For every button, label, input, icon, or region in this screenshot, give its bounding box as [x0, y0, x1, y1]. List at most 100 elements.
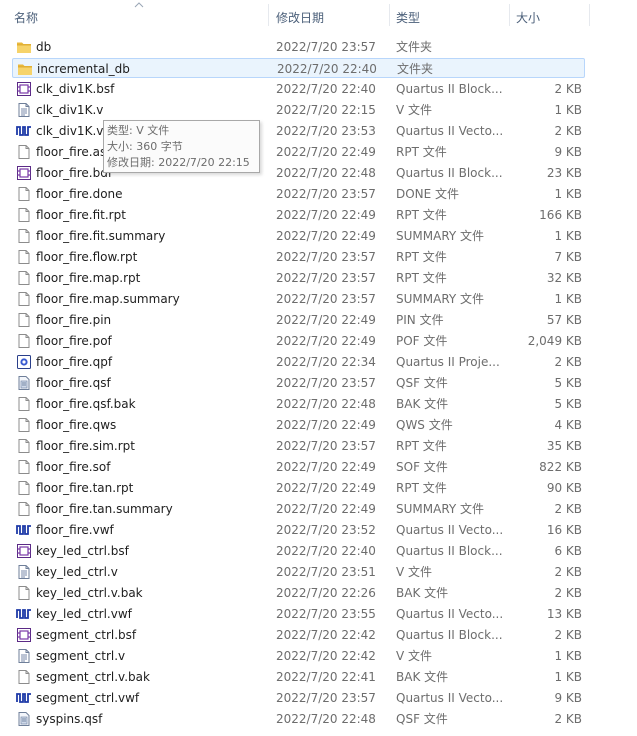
file-size: 32 KB — [546, 271, 582, 285]
file-name: clk_div1K.bsf — [36, 82, 115, 96]
blank-file-icon — [16, 417, 32, 433]
file-name: floor_fire.qsf.bak — [36, 397, 136, 411]
blank-file-icon — [16, 186, 32, 202]
file-type: SUMMARY 文件 — [396, 292, 485, 306]
blank-file-icon — [16, 585, 32, 601]
modified-date: 2022/7/20 22:48 — [276, 166, 376, 180]
file-row[interactable]: syspins.qsf 2022/7/20 22:48 QSF 文件 2 KB — [12, 709, 585, 729]
file-type: DONE 文件 — [396, 187, 460, 201]
file-row[interactable]: floor_fire.map.summary 2022/7/20 23:57 SUM… — [12, 289, 585, 309]
blank-file-icon — [16, 669, 32, 685]
file-row[interactable]: floor_fire.done 2022/7/20 23:57 DONE 文件 1 K… — [12, 184, 585, 204]
file-name: key_led_ctrl.v.bak — [36, 586, 143, 600]
file-row[interactable]: floor_fire.flow.rpt 2022/7/20 23:57 RPT 文件… — [12, 247, 585, 267]
column-header-name[interactable]: 名称 — [14, 0, 38, 28]
column-header: 名称 修改日期 类型 大小 — [0, 0, 637, 28]
modified-date: 2022/7/20 23:53 — [276, 124, 376, 138]
modified-date: 2022/7/20 22:40 — [277, 62, 377, 76]
file-row[interactable]: floor_fire.qpf 2022/7/20 22:34 Quartus II … — [12, 352, 585, 372]
file-row[interactable]: clk_div1K.vwf 2022/7/20 23:53 Quartus II V… — [12, 121, 585, 141]
file-row[interactable]: floor_fire.asm.rpt 2022/7/20 22:49 RPT 文件 9… — [12, 142, 585, 162]
file-row[interactable]: floor_fire.vwf 2022/7/20 23:52 Quartus II … — [12, 520, 585, 540]
file-size: 2 KB — [554, 628, 582, 642]
file-row[interactable]: clk_div1K.bsf 2022/7/20 22:40 Quartus II B… — [12, 79, 585, 99]
file-row[interactable]: floor_fire.fit.rpt 2022/7/20 22:49 RPT 文件 1… — [12, 205, 585, 225]
file-row[interactable]: segment_ctrl.v.bak 2022/7/20 22:41 BAK 文件 1… — [12, 667, 585, 687]
file-row[interactable]: floor_fire.tan.rpt 2022/7/20 22:49 RPT 文件 9… — [12, 478, 585, 498]
file-row[interactable]: key_led_ctrl.vwf 2022/7/20 23:55 Quartus I… — [12, 604, 585, 624]
file-type: Quartus II Block... — [396, 544, 502, 558]
file-row[interactable]: segment_ctrl.bsf 2022/7/20 22:42 Quartus I… — [12, 625, 585, 645]
waveform-file-icon — [16, 123, 32, 139]
file-size: 6 KB — [554, 544, 582, 558]
file-size: 16 KB — [546, 523, 582, 537]
file-row[interactable]: floor_fire.tan.summary 2022/7/20 22:49 SUM… — [12, 499, 585, 519]
folder-row[interactable]: db 2022/7/20 23:57 文件夹 — [12, 37, 585, 57]
modified-date: 2022/7/20 23:51 — [276, 565, 376, 579]
file-size: 4 KB — [554, 418, 582, 432]
modified-date: 2022/7/20 22:49 — [276, 145, 376, 159]
file-info-tooltip: 类型: V 文件 大小: 360 字节 修改日期: 2022/7/20 22:1… — [103, 120, 260, 173]
file-type: RPT 文件 — [396, 439, 447, 453]
project-file-icon — [16, 354, 32, 370]
file-name: floor_fire.qsf — [36, 376, 111, 390]
blank-file-icon — [16, 396, 32, 412]
file-size: 5 KB — [554, 397, 582, 411]
file-row[interactable]: floor_fire.bdf 2022/7/20 22:48 Quartus II … — [12, 163, 585, 183]
column-divider[interactable] — [268, 4, 269, 26]
file-type: V 文件 — [396, 565, 433, 579]
modified-date: 2022/7/20 22:40 — [276, 82, 376, 96]
blank-file-icon — [16, 480, 32, 496]
file-row[interactable]: floor_fire.pin 2022/7/20 22:49 PIN 文件 57 KB — [12, 310, 585, 330]
folder-row[interactable]: incremental_db 2022/7/20 22:40 文件夹 — [12, 58, 585, 78]
file-type: Quartus II Vecto... — [396, 124, 502, 138]
file-name: incremental_db — [37, 62, 130, 76]
file-type: RPT 文件 — [396, 208, 447, 222]
file-type: SUMMARY 文件 — [396, 502, 485, 516]
blank-file-icon — [16, 501, 32, 517]
file-size: 822 KB — [539, 460, 582, 474]
blank-file-icon — [16, 270, 32, 286]
file-row[interactable]: floor_fire.sof 2022/7/20 22:49 SOF 文件 822 K… — [12, 457, 585, 477]
file-row[interactable]: segment_ctrl.vwf 2022/7/20 23:57 Quartus I… — [12, 688, 585, 708]
column-header-type[interactable]: 类型 — [396, 0, 420, 28]
file-name: key_led_ctrl.vwf — [36, 607, 132, 621]
file-row[interactable]: key_led_ctrl.v.bak 2022/7/20 22:26 BAK 文件 2… — [12, 583, 585, 603]
file-row[interactable]: floor_fire.qsf.bak 2022/7/20 22:48 BAK 文件 5… — [12, 394, 585, 414]
file-row[interactable]: key_led_ctrl.bsf 2022/7/20 22:40 Quartus I… — [12, 541, 585, 561]
file-row[interactable]: key_led_ctrl.v 2022/7/20 23:51 V 文件 2 KB — [12, 562, 585, 582]
file-row[interactable]: floor_fire.qws 2022/7/20 22:49 QWS 文件 4 KB — [12, 415, 585, 435]
file-row[interactable]: floor_fire.fit.summary 2022/7/20 22:49 SUM… — [12, 226, 585, 246]
file-name: floor_fire.qws — [36, 418, 117, 432]
file-size: 1 KB — [554, 103, 582, 117]
file-name: segment_ctrl.v.bak — [36, 670, 150, 684]
file-size: 2 KB — [554, 502, 582, 516]
file-size: 5 KB — [554, 376, 582, 390]
file-row[interactable]: segment_ctrl.v 2022/7/20 22:42 V 文件 1 KB — [12, 646, 585, 666]
file-name: floor_fire.map.rpt — [36, 271, 141, 285]
column-header-date[interactable]: 修改日期 — [276, 0, 324, 28]
folder-icon — [17, 61, 33, 77]
file-row[interactable]: clk_div1K.v 2022/7/20 22:15 V 文件 1 KB — [12, 100, 585, 120]
file-type: 文件夹 — [396, 40, 433, 54]
blank-file-icon — [16, 312, 32, 328]
file-size: 2 KB — [554, 355, 582, 369]
file-type: BAK 文件 — [396, 670, 449, 684]
file-row[interactable]: floor_fire.map.rpt 2022/7/20 23:57 RPT 文件 3… — [12, 268, 585, 288]
file-size: 1 KB — [554, 649, 582, 663]
file-row[interactable]: floor_fire.qsf 2022/7/20 23:57 QSF 文件 5 KB — [12, 373, 585, 393]
block-file-icon — [16, 81, 32, 97]
column-divider[interactable] — [509, 4, 510, 26]
column-header-size[interactable]: 大小 — [516, 0, 540, 28]
file-row[interactable]: floor_fire.pof 2022/7/20 22:49 POF 文件 2,049… — [12, 331, 585, 351]
file-row[interactable]: floor_fire.sim.rpt 2022/7/20 23:57 RPT 文件 3… — [12, 436, 585, 456]
column-divider[interactable] — [389, 4, 390, 26]
file-name: syspins.qsf — [36, 712, 103, 726]
file-type: SOF 文件 — [396, 460, 448, 474]
file-type: Quartus II Vecto... — [396, 691, 502, 705]
column-divider[interactable] — [589, 4, 590, 26]
file-name: clk_div1K.v — [36, 103, 104, 117]
file-name: floor_fire.bdf — [36, 166, 113, 180]
modified-date: 2022/7/20 22:49 — [276, 502, 376, 516]
modified-date: 2022/7/20 22:48 — [276, 712, 376, 726]
